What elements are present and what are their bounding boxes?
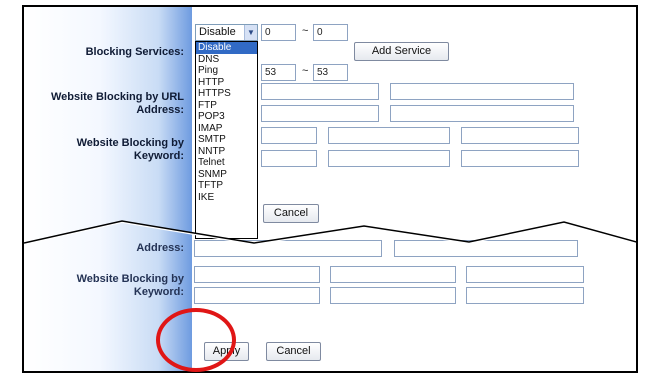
keyword-input-bottom-3[interactable] [466,266,584,283]
keyword-input-bottom-2[interactable] [330,266,456,283]
address-label: Address: [136,242,184,254]
service-option[interactable]: DNS [196,54,257,66]
url-blocking-label: Website Blocking by URL Address: [51,91,184,117]
keyword-input-bottom-1[interactable] [194,266,320,283]
service-option[interactable]: SMTP [196,134,257,146]
keyword-blocking-label-bottom-line1: Website Blocking by [76,273,184,285]
keyword-blocking-label-line2: Keyword: [133,150,184,162]
service-option[interactable]: HTTP [196,77,257,89]
service-option[interactable]: IKE [196,192,257,204]
port-to-input-1[interactable]: 0 [313,24,348,41]
range-separator: ~ [302,25,309,37]
chevron-down-icon[interactable]: ▼ [244,25,257,40]
keyword-blocking-label: Website Blocking by Keyword: [77,137,184,163]
url-blocking-label-line2: Address: [136,104,184,116]
service-option[interactable]: Disable [196,42,257,54]
keyword-input-5[interactable] [328,150,450,167]
service-dropdown-list[interactable]: Disable DNS Ping HTTP HTTPS FTP POP3 IMA… [195,41,258,239]
keyword-input-bottom-5[interactable] [330,287,456,304]
cancel-button-top[interactable]: Cancel [263,204,319,223]
service-option[interactable]: TFTP [196,180,257,192]
highlight-circle [156,308,236,372]
service-option[interactable]: IMAP [196,123,257,135]
keyword-blocking-label-line1: Website Blocking by [76,137,184,149]
port-from-input-2[interactable]: 53 [261,64,296,81]
url-input-3[interactable] [261,105,379,122]
url-input-2[interactable] [390,83,574,100]
address-input-1[interactable] [194,240,382,257]
url-input-1[interactable] [261,83,379,100]
keyword-input-1[interactable] [261,127,317,144]
add-service-button[interactable]: Add Service [354,42,449,61]
blocking-services-label: Blocking Services: [85,46,184,58]
service-option[interactable]: Ping [196,65,257,77]
service-option[interactable]: POP3 [196,111,257,123]
keyword-input-3[interactable] [461,127,579,144]
url-input-4[interactable] [390,105,574,122]
port-to-input-2[interactable]: 53 [313,64,348,81]
port-from-input-1[interactable]: 0 [261,24,296,41]
keyword-input-2[interactable] [328,127,450,144]
service-select-value: Disable [199,26,236,38]
address-input-2[interactable] [394,240,578,257]
range-separator: ~ [302,65,309,77]
service-option[interactable]: HTTPS [196,88,257,100]
screenshot-frame: Blocking Services: Disable ▼ 0 ~ 0 Add S… [22,5,638,373]
keyword-blocking-label-bottom: Website Blocking by Keyword: [77,273,184,299]
service-option[interactable]: SNMP [196,169,257,181]
keyword-input-bottom-6[interactable] [466,287,584,304]
service-option[interactable]: NNTP [196,146,257,158]
keyword-input-4[interactable] [261,150,317,167]
service-option[interactable]: Telnet [196,157,257,169]
keyword-input-6[interactable] [461,150,579,167]
cancel-button-bottom[interactable]: Cancel [266,342,321,361]
keyword-input-bottom-4[interactable] [194,287,320,304]
service-select[interactable]: Disable ▼ [195,24,258,41]
service-option[interactable]: FTP [196,100,257,112]
keyword-blocking-label-bottom-line2: Keyword: [133,286,184,298]
url-blocking-label-line1: Website Blocking by URL [50,91,184,103]
